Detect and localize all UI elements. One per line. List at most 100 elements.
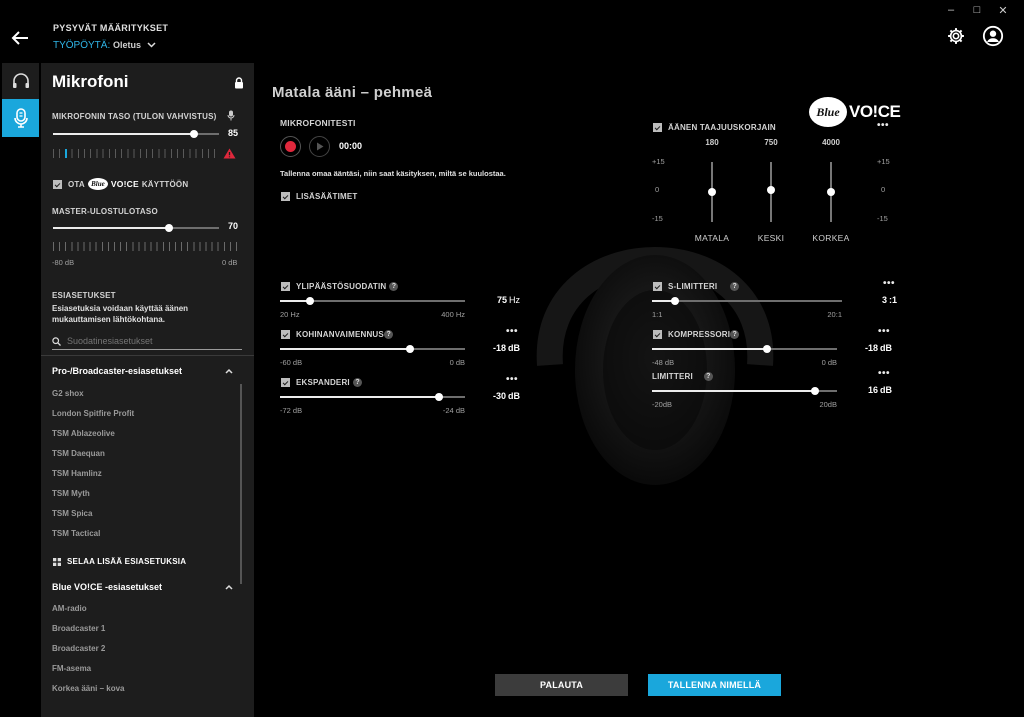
preset-filter-input[interactable]	[67, 336, 232, 346]
gear-icon[interactable]	[946, 26, 966, 46]
blue-logo-badge-large: Blue	[809, 97, 847, 127]
highpass-help-icon[interactable]: ?	[389, 282, 399, 291]
equalizer-label: ÄÄNEN TAAJUUSKORJAIN	[668, 123, 776, 132]
play-button[interactable]	[309, 136, 330, 157]
preset-item[interactable]: TSM Tactical	[52, 529, 100, 538]
expander-more-button[interactable]: •••	[506, 374, 518, 385]
master-output-label: MASTER-ULOSTULOTASO	[52, 207, 158, 216]
master-output-scale	[53, 242, 241, 251]
blue-logo-badge: Blue	[87, 178, 108, 190]
compressor-more-button[interactable]: •••	[878, 326, 890, 337]
enable-blue-voice-checkbox[interactable]	[53, 180, 62, 189]
noise-help-icon[interactable]: ?	[384, 330, 394, 339]
expander-help-icon[interactable]: ?	[353, 378, 362, 387]
preset-item[interactable]: Korkea ääni – kova	[52, 684, 124, 693]
minimize-button[interactable]: –	[938, 2, 964, 18]
noise-checkbox[interactable]	[281, 330, 290, 339]
panel-title: Mikrofoni	[52, 72, 129, 91]
limiter-value-number: 16	[867, 385, 878, 395]
profile-dropdown[interactable]: TYÖPÖYTÄ: Oletus	[53, 40, 156, 51]
preset-filter-field[interactable]	[52, 333, 242, 350]
mic-level-meter	[53, 149, 219, 158]
slimiter-checkbox[interactable]	[653, 282, 662, 291]
eq-band-name: KORKEA	[812, 233, 850, 243]
maximize-button[interactable]: □	[964, 2, 990, 18]
profile-label: PYSYVÄT MÄÄRITYKSET	[53, 23, 169, 33]
eq-db-bot-left: -15	[652, 214, 663, 223]
eq-db-top-left: +15	[652, 157, 665, 166]
highpass-slider[interactable]	[280, 297, 465, 305]
equalizer-more-button[interactable]: •••	[877, 120, 889, 131]
eq-band-handle[interactable]	[827, 188, 835, 196]
slimiter-more-button[interactable]: •••	[883, 278, 895, 289]
profile-value: Oletus	[113, 40, 142, 50]
preset-item[interactable]: TSM Hamlinz	[52, 469, 102, 478]
compressor-handle[interactable]	[762, 345, 771, 353]
reset-button[interactable]: PALAUTA	[495, 674, 628, 696]
nav-headset[interactable]	[2, 63, 39, 99]
preset-item[interactable]: TSM Myth	[52, 489, 90, 498]
presets-scrollbar[interactable]	[240, 384, 242, 584]
limiter-help-icon[interactable]: ?	[703, 372, 713, 381]
presets-description: Esiasetuksia voidaan käyttää äänen mukau…	[52, 303, 188, 325]
master-output-slider[interactable]	[53, 224, 219, 232]
back-arrow-icon[interactable]	[8, 26, 32, 50]
highpass-checkbox[interactable]	[281, 282, 290, 291]
chevron-up-icon[interactable]	[225, 584, 233, 590]
expander-label: EKSPANDERI	[296, 378, 350, 387]
expander-handle[interactable]	[435, 393, 444, 401]
blue-voice-presets-section-header[interactable]: Blue VO!CE -esiasetukset	[52, 582, 162, 592]
compressor-slider[interactable]	[652, 345, 837, 353]
user-account-icon[interactable]	[982, 25, 1004, 47]
close-button[interactable]: ✕	[990, 2, 1016, 18]
enable-suffix: KÄYTTÖÖN	[141, 179, 189, 189]
advanced-controls-checkbox[interactable]	[281, 192, 290, 201]
record-button[interactable]	[280, 136, 301, 157]
limiter-slider[interactable]	[652, 387, 837, 395]
preset-item[interactable]: TSM Daequan	[52, 449, 105, 458]
limiter-handle[interactable]	[810, 387, 819, 395]
preset-item[interactable]: Broadcaster 1	[52, 624, 105, 633]
microphone-icon	[13, 108, 28, 128]
eq-band-handle[interactable]	[708, 188, 716, 196]
expander-checkbox[interactable]	[281, 378, 290, 387]
preset-title: Matala ääni – pehmeä	[272, 84, 433, 101]
eq-band-handle[interactable]	[767, 186, 775, 194]
slimiter-value-number: 3	[881, 295, 887, 305]
master-output-min: -80 dB	[52, 258, 75, 267]
limiter-min: -20dB	[652, 400, 673, 409]
compressor-value-number: -18	[864, 343, 878, 353]
noise-more-button[interactable]: •••	[506, 326, 518, 337]
compressor-checkbox[interactable]	[653, 330, 662, 339]
slimiter-handle[interactable]	[670, 297, 679, 305]
mic-level-slider[interactable]	[53, 130, 219, 138]
preset-item[interactable]: London Spitfire Profit	[52, 409, 134, 418]
presets-description-line2: mukauttamisen lähtökohtana.	[52, 315, 165, 324]
preset-item[interactable]: FM-asema	[52, 664, 91, 673]
equalizer-checkbox[interactable]	[653, 123, 662, 132]
lock-icon[interactable]	[234, 77, 244, 89]
chevron-up-icon[interactable]	[225, 368, 233, 374]
preset-item[interactable]: G2 shox	[52, 389, 84, 398]
mic-test-label: MIKROFONITESTI	[280, 118, 356, 128]
expander-slider[interactable]	[280, 393, 465, 401]
noise-handle[interactable]	[405, 345, 414, 353]
highpass-handle[interactable]	[305, 297, 314, 305]
browse-more-presets-button[interactable]: SELAA LISÄÄ ESIASETUKSIA	[53, 557, 186, 566]
slimiter-max: 20:1	[827, 310, 842, 319]
noise-slider[interactable]	[280, 345, 465, 353]
slimiter-slider[interactable]	[652, 297, 842, 305]
save-as-button[interactable]: TALLENNA NIMELLÄ	[648, 674, 781, 696]
nav-microphone[interactable]	[2, 99, 39, 137]
clipping-warning-icon	[223, 148, 236, 159]
preset-item[interactable]: TSM Ablazeolive	[52, 429, 115, 438]
advanced-controls-label: LISÄSÄÄTIMET	[296, 192, 358, 201]
slimiter-label: S-LIMITTERI	[668, 282, 718, 291]
expander-value: -30 dB	[480, 391, 520, 401]
eq-band-frequency: 4000	[822, 138, 840, 147]
pro-presets-section-header[interactable]: Pro-/Broadcaster-esiasetukset	[52, 366, 182, 376]
preset-item[interactable]: Broadcaster 2	[52, 644, 105, 653]
preset-item[interactable]: TSM Spica	[52, 509, 92, 518]
preset-item[interactable]: AM-radio	[52, 604, 87, 613]
limiter-more-button[interactable]: •••	[878, 368, 890, 379]
